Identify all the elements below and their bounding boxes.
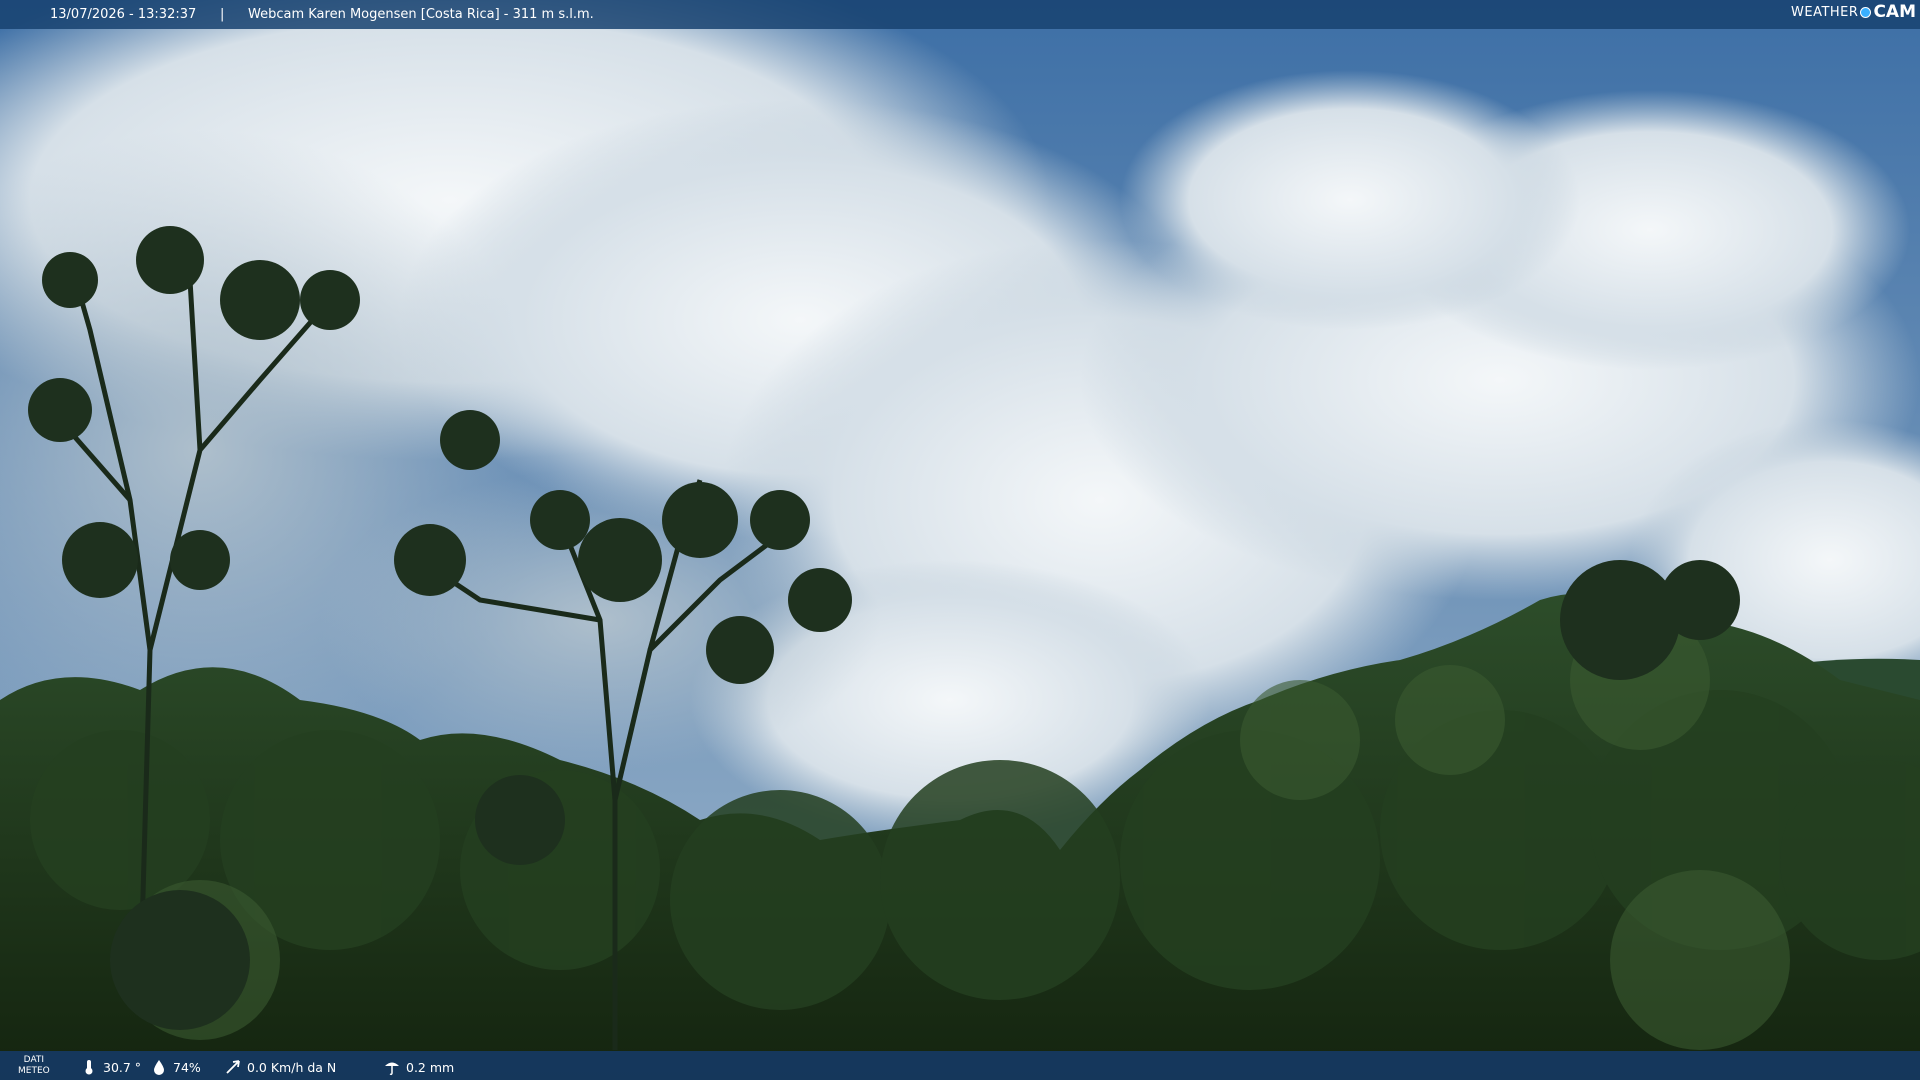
thermometer-icon xyxy=(85,1060,93,1075)
weather-data-label: DATI METEO xyxy=(18,1055,50,1076)
weathercam-logo[interactable]: WEATHER CAM xyxy=(1791,2,1916,22)
timestamp: 13/07/2026 - 13:32:37 xyxy=(50,7,197,22)
webcam-image xyxy=(0,0,1920,1080)
header-bar: 13/07/2026 - 13:32:37 | Webcam Karen Mog… xyxy=(0,0,1920,29)
webcam-title: Webcam Karen Mogensen [Costa Rica] - 311… xyxy=(248,7,594,22)
temperature-reading: 30.7 ° xyxy=(80,1058,141,1076)
humidity-icon xyxy=(154,1060,164,1075)
logo-dot-icon xyxy=(1860,6,1872,18)
separator: | xyxy=(220,7,225,22)
wind-icon xyxy=(226,1060,240,1074)
rain-reading: 0.2 mm xyxy=(383,1058,454,1076)
wind-reading: 0.0 Km/h da N xyxy=(224,1058,336,1076)
humidity-reading: 74% xyxy=(150,1058,201,1076)
weather-data-bar: DATI METEO 30.7 ° 74% 0.0 Km/h da N 0.2 … xyxy=(0,1051,1920,1080)
rain-icon xyxy=(385,1062,399,1076)
